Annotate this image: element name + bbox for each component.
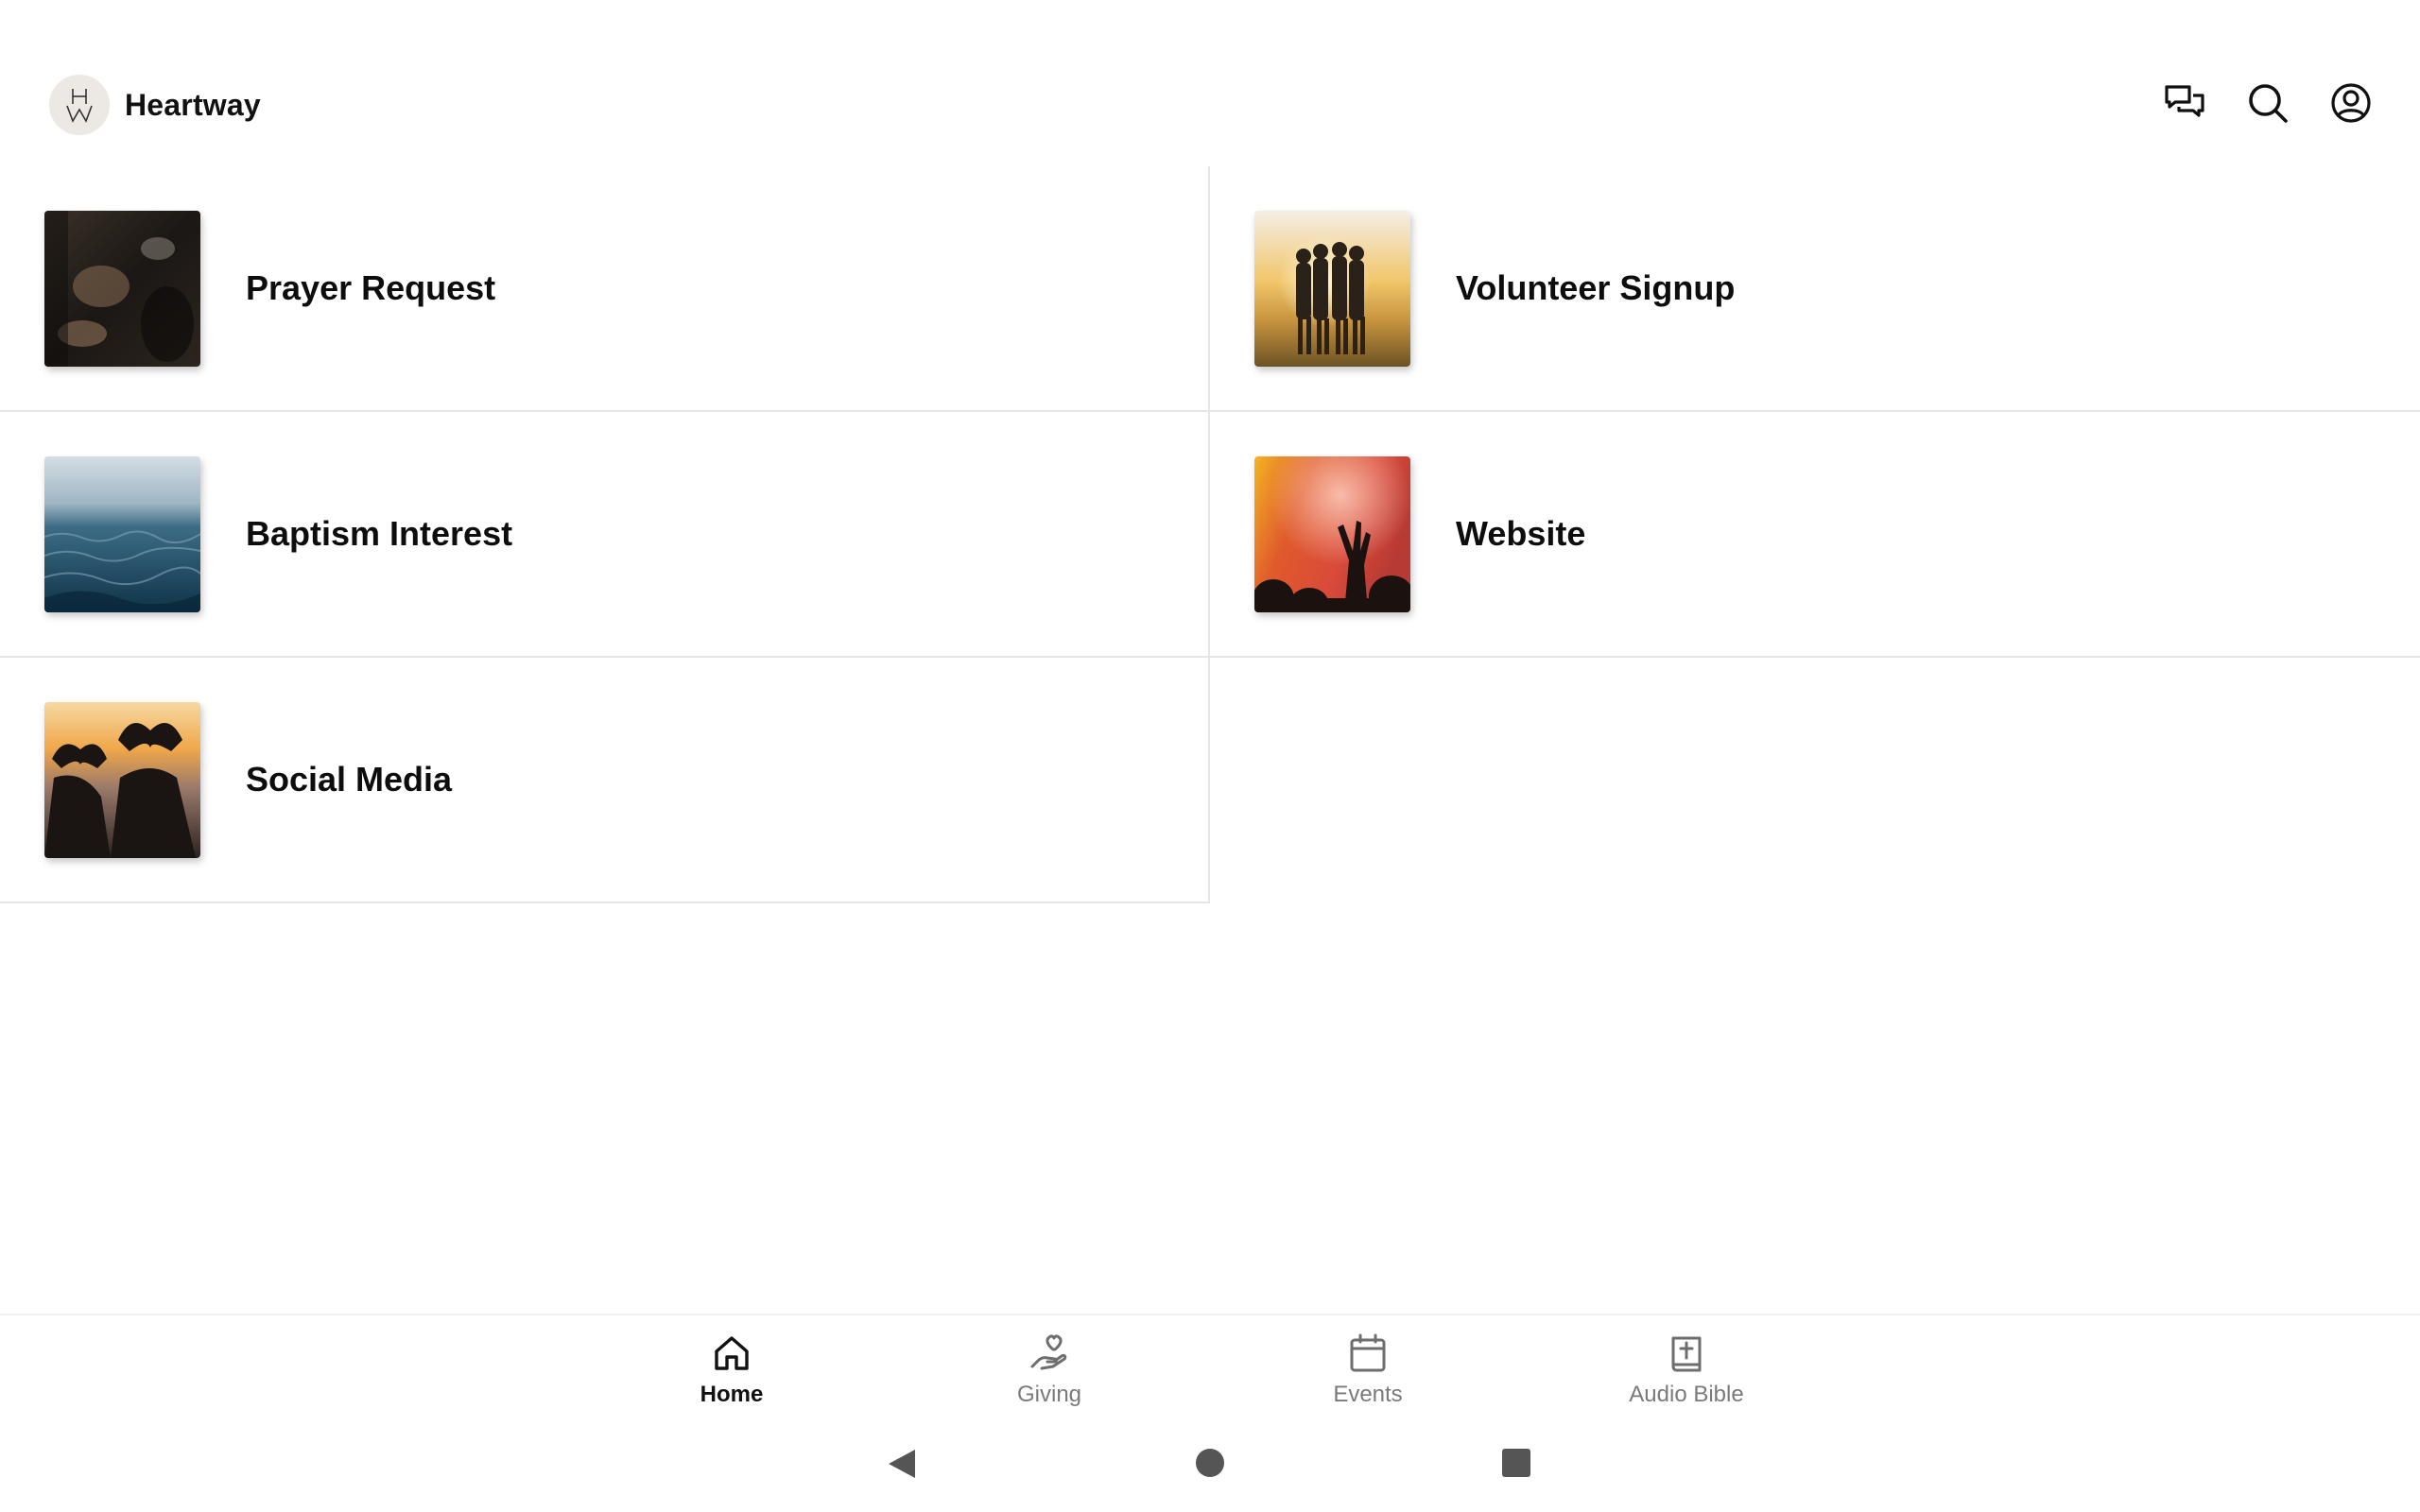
app-name: Heartway — [125, 87, 261, 122]
tab-home[interactable]: Home — [647, 1332, 817, 1408]
chat-icon — [2165, 85, 2204, 117]
account-button[interactable] — [2329, 81, 2373, 125]
tile-social-media[interactable]: Social Media — [0, 658, 1210, 903]
quick-links-grid: Prayer Request Volunteer Signup Baptism … — [0, 166, 2420, 903]
tab-label: Home — [700, 1382, 764, 1407]
tile-label: Social Media — [246, 760, 453, 799]
tab-label: Events — [1333, 1382, 1403, 1407]
home-icon — [715, 1336, 749, 1370]
search-button[interactable] — [2246, 81, 2290, 125]
account-icon — [2331, 83, 2371, 123]
tab-events[interactable]: Events — [1283, 1332, 1453, 1408]
tile-label: Baptism Interest — [246, 514, 513, 553]
system-navigation-bar — [0, 1418, 2420, 1512]
tab-audio-bible[interactable]: Audio Bible — [1601, 1332, 1772, 1408]
brand[interactable]: Heartway — [49, 75, 261, 135]
worship-concert-photo — [1254, 455, 1410, 612]
bottom-tab-bar: Home Giving Events Audio Bible — [0, 1314, 2420, 1419]
tab-giving[interactable]: Giving — [964, 1332, 1134, 1408]
system-recents-button[interactable] — [1501, 1448, 1531, 1478]
tile-prayer-request[interactable]: Prayer Request — [0, 166, 1210, 412]
empty-cell — [1210, 658, 2420, 903]
ocean-water-photo — [44, 455, 200, 612]
header-actions — [2163, 81, 2373, 125]
friends-sunset-photo — [1254, 210, 1410, 367]
calendar-icon — [1350, 1333, 1386, 1372]
app-logo — [49, 75, 110, 135]
tab-label: Audio Bible — [1629, 1382, 1744, 1407]
system-back-button[interactable] — [887, 1448, 917, 1480]
tab-label: Giving — [1016, 1382, 1082, 1407]
tile-website[interactable]: Website — [1210, 412, 2420, 658]
tile-label: Website — [1456, 514, 1586, 553]
tile-volunteer-signup[interactable]: Volunteer Signup — [1210, 166, 2420, 412]
app-header: Heartway — [0, 0, 2420, 166]
system-home-button[interactable] — [1195, 1448, 1225, 1478]
tile-baptism-interest[interactable]: Baptism Interest — [0, 412, 1210, 658]
heartway-logo-mark — [66, 89, 93, 123]
search-icon — [2249, 84, 2288, 123]
bible-icon — [1671, 1336, 1702, 1372]
heart-hands-sunset-photo — [44, 701, 200, 858]
praying-hands-photo — [44, 210, 200, 367]
tile-label: Volunteer Signup — [1456, 268, 1736, 307]
giving-hand-icon — [1030, 1334, 1067, 1370]
tile-label: Prayer Request — [246, 268, 496, 307]
chat-button[interactable] — [2163, 81, 2206, 125]
